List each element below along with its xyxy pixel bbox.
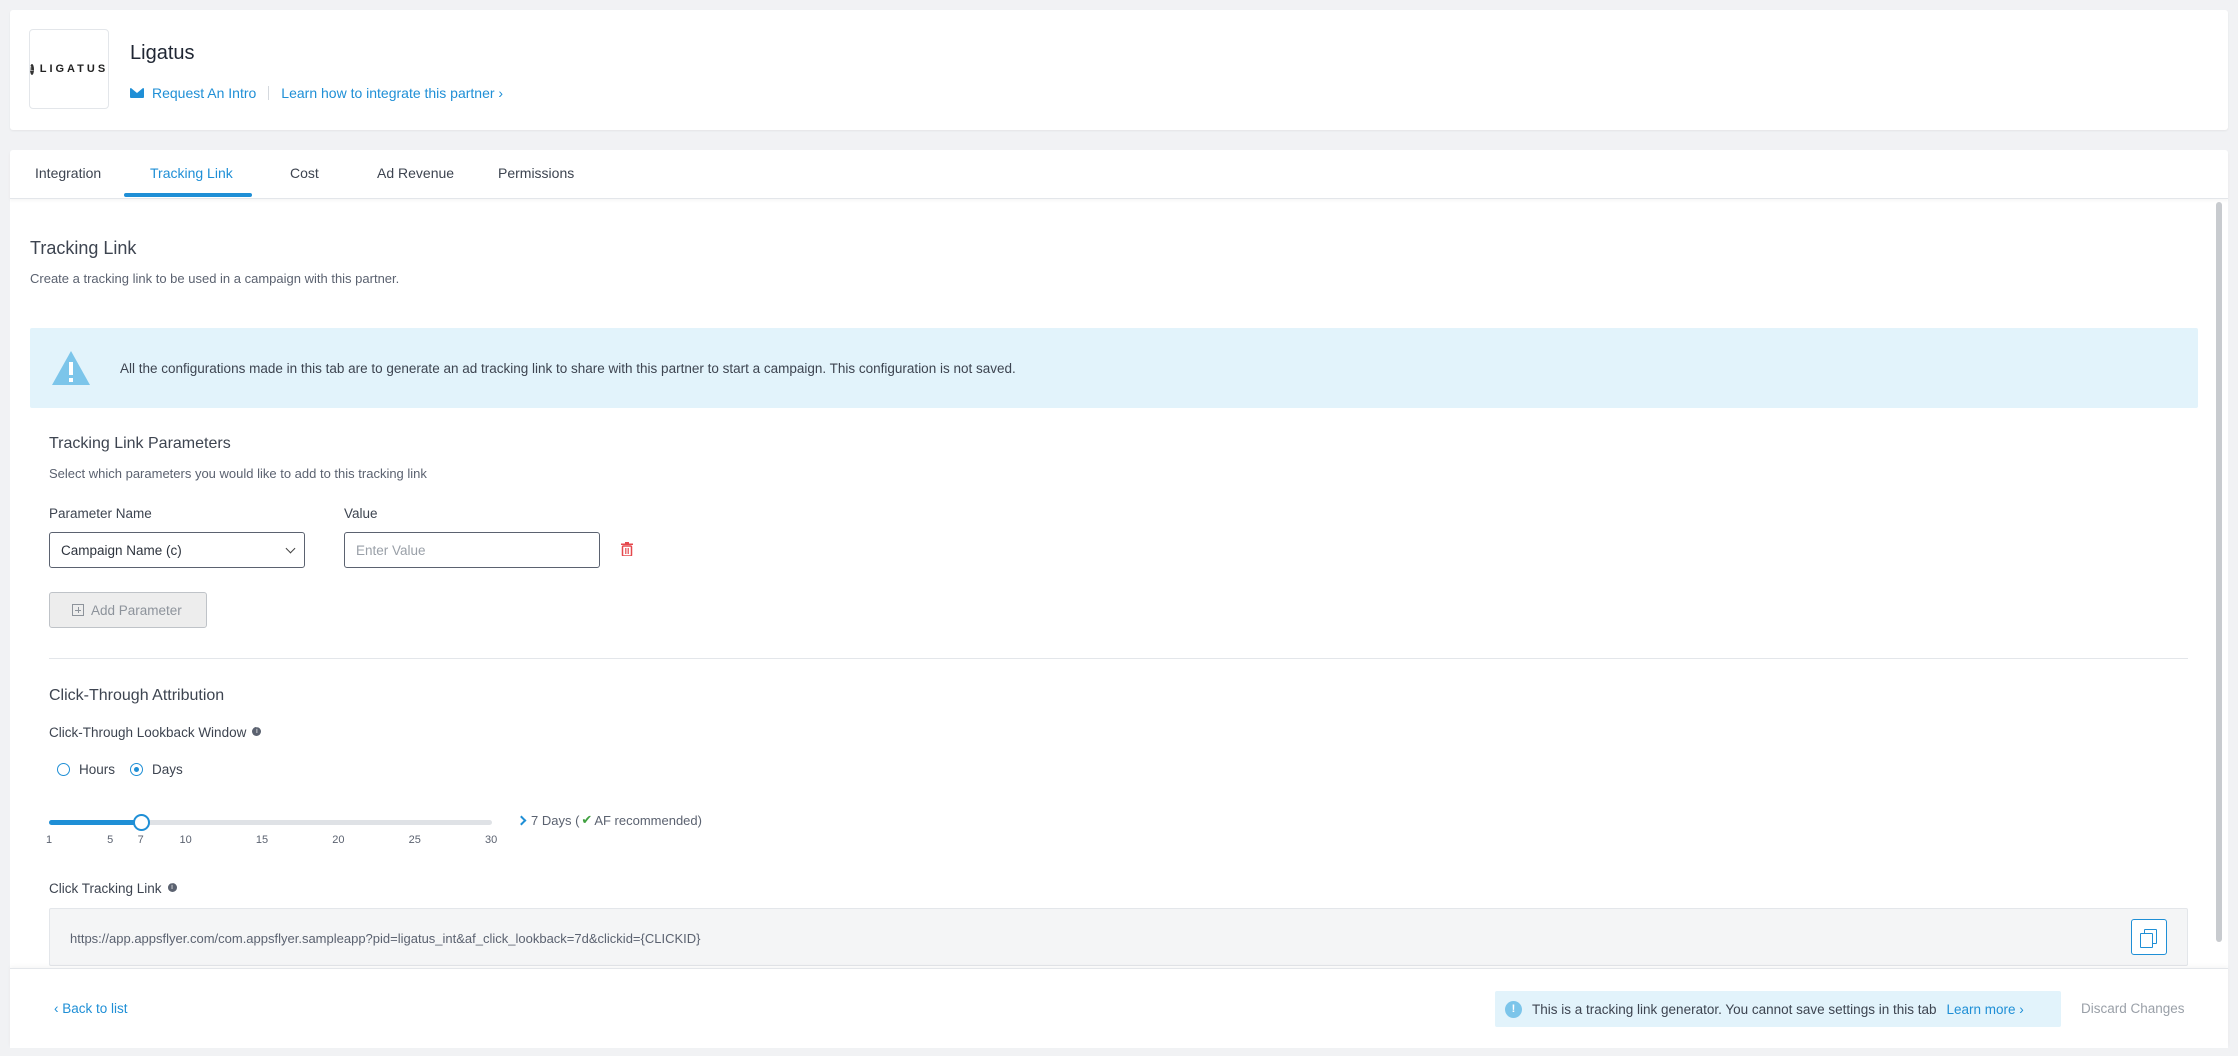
discard-changes-button[interactable]: Discard Changes (2081, 1001, 2185, 1016)
learn-more-link[interactable]: Learn more › (1947, 1002, 2024, 1017)
param-name-selected: Campaign Name (c) (61, 543, 182, 558)
envelope-icon (130, 88, 144, 98)
rec-suffix: AF recommended) (594, 812, 702, 828)
warning-icon (52, 351, 90, 385)
radio-days-circle (130, 763, 143, 776)
header-links: Request An Intro Learn how to integrate … (130, 85, 503, 101)
logo-text: LIGATUS (39, 63, 109, 75)
logo-mark-icon: L (29, 63, 34, 75)
check-icon: ✔ (581, 812, 593, 827)
param-name-select[interactable]: Campaign Name (c) (49, 532, 305, 568)
radio-days-label: Days (152, 762, 183, 777)
radio-days[interactable]: Days (130, 762, 183, 777)
tracking-link-url: https://app.appsflyer.com/com.appsflyer.… (70, 931, 701, 946)
slider-tick: 25 (408, 834, 421, 846)
copy-icon[interactable] (2131, 919, 2167, 955)
slider-tick: 10 (179, 834, 192, 846)
recommendation: 7 Days ( ✔ AF recommended) (516, 812, 702, 828)
tab-permissions[interactable]: Permissions (498, 165, 574, 199)
notice-text: This is a tracking link generator. You c… (1532, 1001, 1937, 1017)
info-icon[interactable]: i (252, 727, 262, 736)
lookback-slider[interactable] (49, 814, 492, 831)
radio-hours-circle (57, 763, 70, 776)
slider-fill (49, 820, 141, 825)
tracking-link-box[interactable]: https://app.appsflyer.com/com.appsflyer.… (49, 908, 2188, 966)
tab-bar: Integration Tracking Link Cost Ad Revenu… (10, 150, 2228, 199)
divider (268, 86, 270, 100)
alert-text: All the configurations made in this tab … (120, 360, 1016, 376)
attribution-title: Click-Through Attribution (49, 687, 225, 704)
param-value-input[interactable] (344, 532, 600, 568)
slider-tick: 5 (107, 834, 114, 846)
radio-hours[interactable]: Hours (57, 762, 115, 777)
slider-tick: 15 (255, 834, 269, 846)
learn-integrate-link[interactable]: Learn how to integrate this partner › (281, 85, 503, 101)
active-tab-indicator (124, 193, 252, 197)
click-tracking-label: Click Tracking Link i (49, 881, 177, 896)
lookback-window-text: Click-Through Lookback Window (49, 725, 247, 740)
info-icon[interactable]: i (167, 883, 177, 892)
plus-icon (72, 604, 84, 616)
tab-cost[interactable]: Cost (290, 165, 319, 199)
tracking-link-description: Create a tracking link to be used in a c… (30, 271, 400, 286)
tab-ad-revenue[interactable]: Ad Revenue (377, 165, 454, 199)
back-to-list-link[interactable]: ‹ Back to list (54, 1001, 128, 1016)
params-title: Tracking Link Parameters (49, 435, 231, 452)
slider-tick: 20 (332, 834, 345, 846)
section-divider (49, 658, 2188, 659)
main-panel: Integration Tracking Link Cost Ad Revenu… (10, 150, 2228, 1048)
scrollbar[interactable] (2216, 202, 2222, 942)
param-name-label: Parameter Name (49, 506, 152, 521)
tab-integration[interactable]: Integration (35, 165, 101, 199)
click-tracking-text: Click Tracking Link (49, 881, 162, 896)
request-intro-link[interactable]: Request An Intro (152, 85, 256, 101)
slider-tick: 7 (137, 834, 144, 846)
rec-prefix: 7 Days ( (531, 812, 580, 828)
footer-bar: ‹ Back to list ! This is a tracking link… (10, 968, 2228, 1048)
info-circle-icon: ! (1505, 1000, 1522, 1018)
chevron-right-icon (516, 815, 527, 825)
generator-notice: ! This is a tracking link generator. You… (1495, 991, 2061, 1027)
slider-tick: 1 (46, 834, 53, 846)
lookback-window-label: Click-Through Lookback Window i (49, 725, 262, 740)
tracking-link-title: Tracking Link (30, 238, 137, 258)
config-alert: All the configurations made in this tab … (30, 328, 2198, 408)
radio-hours-label: Hours (79, 762, 116, 777)
chevron-down-icon (285, 543, 296, 554)
trash-icon[interactable] (621, 542, 633, 556)
add-parameter-label: Add Parameter (91, 602, 182, 618)
params-description: Select which parameters you would like t… (49, 466, 427, 481)
partner-logo: L LIGATUS (29, 29, 109, 109)
add-parameter-button[interactable]: Add Parameter (49, 592, 207, 628)
param-value-label: Value (344, 506, 378, 521)
slider-handle[interactable] (132, 814, 150, 831)
partner-header: L LIGATUS Ligatus Request An Intro Learn… (10, 10, 2228, 130)
partner-name: Ligatus (130, 42, 195, 64)
slider-tick: 30 (485, 834, 498, 846)
